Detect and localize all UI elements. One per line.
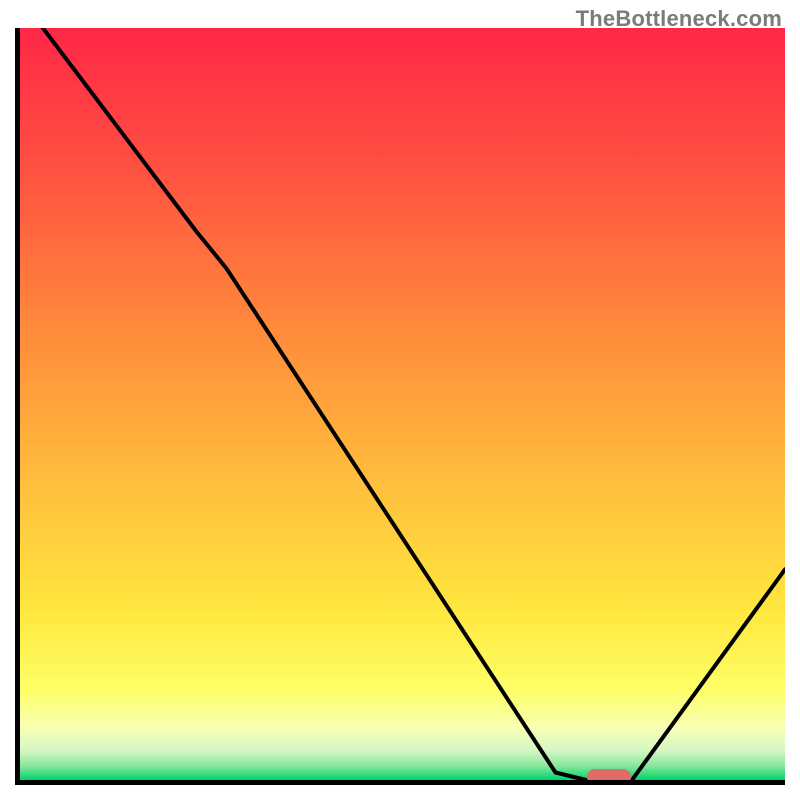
plot-area: [15, 28, 785, 785]
curve-layer: [20, 28, 785, 780]
valley-marker: [587, 769, 631, 785]
bottleneck-curve: [20, 28, 785, 780]
chart-stage: TheBottleneck.com: [0, 0, 800, 800]
